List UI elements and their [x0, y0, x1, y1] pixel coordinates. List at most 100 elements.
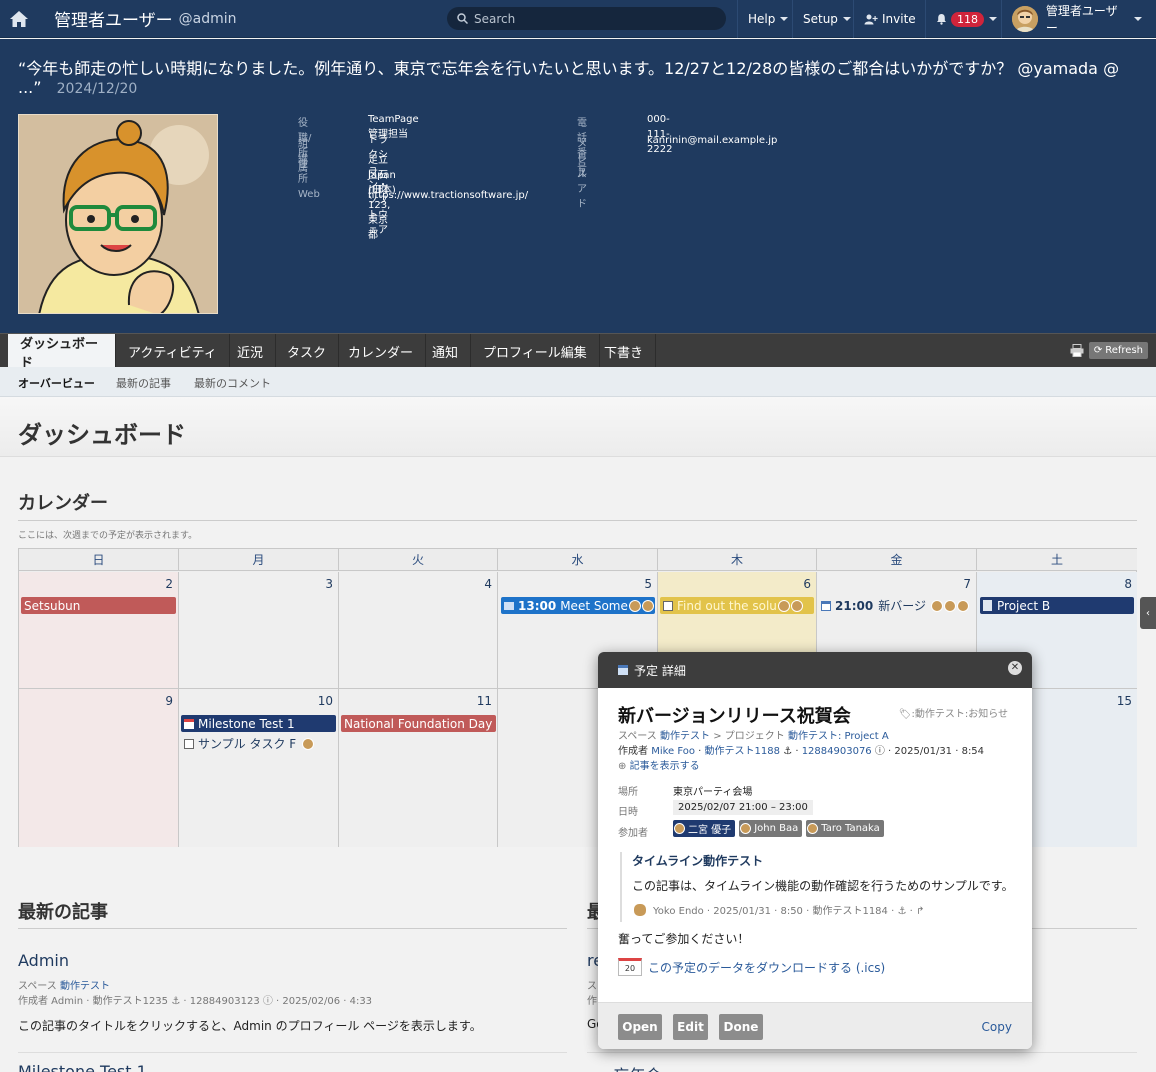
- comment-space: ス: [587, 981, 597, 992]
- comment-title-link[interactable]: re: 忘年会: [587, 1062, 662, 1072]
- calendar-icon: [618, 665, 628, 675]
- show-article-link[interactable]: ⊕ 記事を表示する: [618, 757, 700, 772]
- divider: [18, 928, 567, 929]
- web-link[interactable]: https://www.tractionsoftware.jp/: [368, 188, 528, 203]
- calendar-day[interactable]: 3: [179, 572, 339, 689]
- author-label: 作成者: [618, 746, 648, 757]
- event-time: 13:00: [518, 598, 557, 613]
- refresh-button[interactable]: ⟳ Refresh: [1088, 342, 1148, 359]
- popup-footer: Open Edit Done Copy: [598, 1002, 1032, 1049]
- post-title-link[interactable]: Milestone Test 1: [18, 1062, 147, 1072]
- tab-tasks[interactable]: タスク: [275, 334, 340, 368]
- event-release-party[interactable]: 21:00 新バージ: [821, 597, 969, 614]
- calendar-day[interactable]: 2: [19, 572, 179, 689]
- event-project-b[interactable]: Project B: [980, 597, 1134, 614]
- chevron-left-icon: ‹: [1146, 607, 1150, 619]
- ics-download[interactable]: 20 この予定のデータをダウンロードする (.ics): [618, 958, 885, 976]
- quoted-article-title[interactable]: タイムライン動作テスト: [632, 852, 1020, 869]
- side-panel-toggle[interactable]: ‹: [1140, 597, 1156, 629]
- task-checkbox[interactable]: [184, 738, 194, 749]
- event-title: 新バージョンリリース祝賀会: [618, 706, 851, 727]
- search-input[interactable]: Search: [447, 7, 726, 30]
- day-number: 11: [476, 694, 492, 708]
- user-menu[interactable]: 管理者ユーザー: [1001, 0, 1156, 38]
- status-message: “今年も師走の忙しい時期になりました。例年通り、東京で忘年会を行いたいと思います…: [18, 59, 1128, 99]
- attendee-chip[interactable]: John Baa: [739, 820, 803, 837]
- chevron-down-icon: [842, 17, 851, 21]
- attendee-list: 二宮 優子 John Baa Taro Tanaka: [673, 820, 888, 837]
- subtab-overview[interactable]: オーバービュー: [18, 375, 95, 391]
- attendee-avatar: [628, 599, 641, 612]
- tab-calendar[interactable]: カレンダー: [336, 334, 427, 368]
- attendee-chip[interactable]: 二宮 優子: [673, 820, 736, 837]
- tab-dashboard[interactable]: ダッシュボード: [8, 334, 116, 371]
- subtab-recent-comments[interactable]: 最新のコメント: [194, 375, 271, 391]
- tab-profile-edit[interactable]: プロフィール編集: [471, 334, 600, 368]
- tab-drafts[interactable]: 下書き: [592, 334, 657, 368]
- attendee-name: John Baa: [754, 823, 799, 834]
- invite-label: Invite: [882, 12, 916, 26]
- attendee-avatar: [930, 599, 943, 612]
- post-excerpt: この記事のタイトルをクリックすると、Admin のプロフィール ページを表示しま…: [18, 1019, 482, 1033]
- subtab-recent-posts[interactable]: 最新の記事: [116, 375, 171, 391]
- quoted-article: タイムライン動作テスト この記事は、タイムライン機能の動作確認を行うためのサンプ…: [620, 852, 1020, 922]
- profile-user-name: 管理者ユーザー: [54, 11, 173, 31]
- invite-button[interactable]: Invite: [853, 0, 926, 38]
- event-sample-task[interactable]: サンプル タスク F: [184, 735, 315, 752]
- weekday-header: 土: [977, 549, 1137, 571]
- event-meeting[interactable]: 13:00 Meet Some: [501, 597, 655, 614]
- event-label: Find out the solu: [677, 598, 777, 613]
- author-link[interactable]: Mike Foo: [651, 746, 695, 757]
- close-icon[interactable]: ✕: [1008, 661, 1022, 675]
- day-number: 3: [325, 577, 333, 591]
- help-menu[interactable]: Help: [737, 0, 798, 38]
- document-icon: [983, 600, 992, 611]
- space-link[interactable]: 動作テスト: [60, 981, 110, 992]
- event-setsubun[interactable]: Setsubun: [21, 597, 176, 614]
- event-message: 奮ってご参加ください！: [618, 932, 750, 946]
- search-icon: [457, 13, 468, 24]
- attendee-chip[interactable]: Taro Tanaka: [806, 820, 884, 837]
- event-national-foundation-day[interactable]: National Foundation Day: [341, 715, 496, 732]
- tab-notifications[interactable]: 通知: [420, 334, 472, 368]
- home-icon[interactable]: [0, 0, 38, 38]
- day-number: 15: [1116, 694, 1132, 708]
- calendar-day[interactable]: 11: [339, 689, 498, 847]
- article-number-link[interactable]: 12884903076: [802, 746, 872, 757]
- edit-button[interactable]: Edit: [673, 1014, 708, 1040]
- done-button[interactable]: Done: [719, 1014, 763, 1040]
- calendar-day[interactable]: 10: [179, 689, 339, 847]
- article-id-link[interactable]: 動作テスト1188: [705, 746, 780, 757]
- mail-link[interactable]: kanrinin@mail.example.jp: [647, 133, 777, 148]
- calendar-day[interactable]: 9: [19, 689, 179, 847]
- task-checkbox[interactable]: [663, 600, 673, 611]
- event-tags[interactable]: 🏷:動作テスト:お知らせ: [899, 705, 1008, 720]
- setup-label: Setup: [803, 12, 838, 26]
- attendee-avatar: [943, 599, 956, 612]
- breadcrumb-separator: >: [713, 731, 722, 742]
- project-link[interactable]: 動作テスト: Project A: [788, 731, 889, 742]
- chevron-down-icon: [780, 17, 789, 21]
- tab-status[interactable]: 近況: [225, 334, 277, 368]
- calendar-day[interactable]: 4: [339, 572, 498, 689]
- sub-tabs: オーバービュー 最新の記事 最新のコメント: [0, 367, 1156, 397]
- day-number: 8: [1124, 577, 1132, 591]
- ics-download-link[interactable]: この予定のデータをダウンロードする (.ics): [648, 959, 885, 976]
- copy-link[interactable]: Copy: [982, 1020, 1012, 1034]
- datetime-label: 日時: [618, 807, 638, 818]
- calendar-title: カレンダー: [18, 493, 108, 514]
- tab-activity[interactable]: アクティビティ: [116, 334, 230, 368]
- weekday-header: 木: [658, 549, 817, 571]
- event-milestone[interactable]: Milestone Test 1: [181, 715, 336, 732]
- attendee-avatar: [777, 599, 790, 612]
- print-icon[interactable]: [1070, 344, 1084, 357]
- event-task-find-out[interactable]: Find out the solu: [660, 597, 814, 614]
- attendee-avatar: [807, 823, 819, 834]
- open-button[interactable]: Open: [618, 1014, 662, 1040]
- space-link[interactable]: 動作テスト: [660, 731, 710, 742]
- setup-menu[interactable]: Setup: [792, 0, 861, 38]
- notification-count-badge: 118: [951, 11, 984, 27]
- notifications-menu[interactable]: 118: [925, 0, 1007, 38]
- event-label: 新バージ: [878, 599, 926, 613]
- post-title-link[interactable]: Admin: [18, 951, 69, 970]
